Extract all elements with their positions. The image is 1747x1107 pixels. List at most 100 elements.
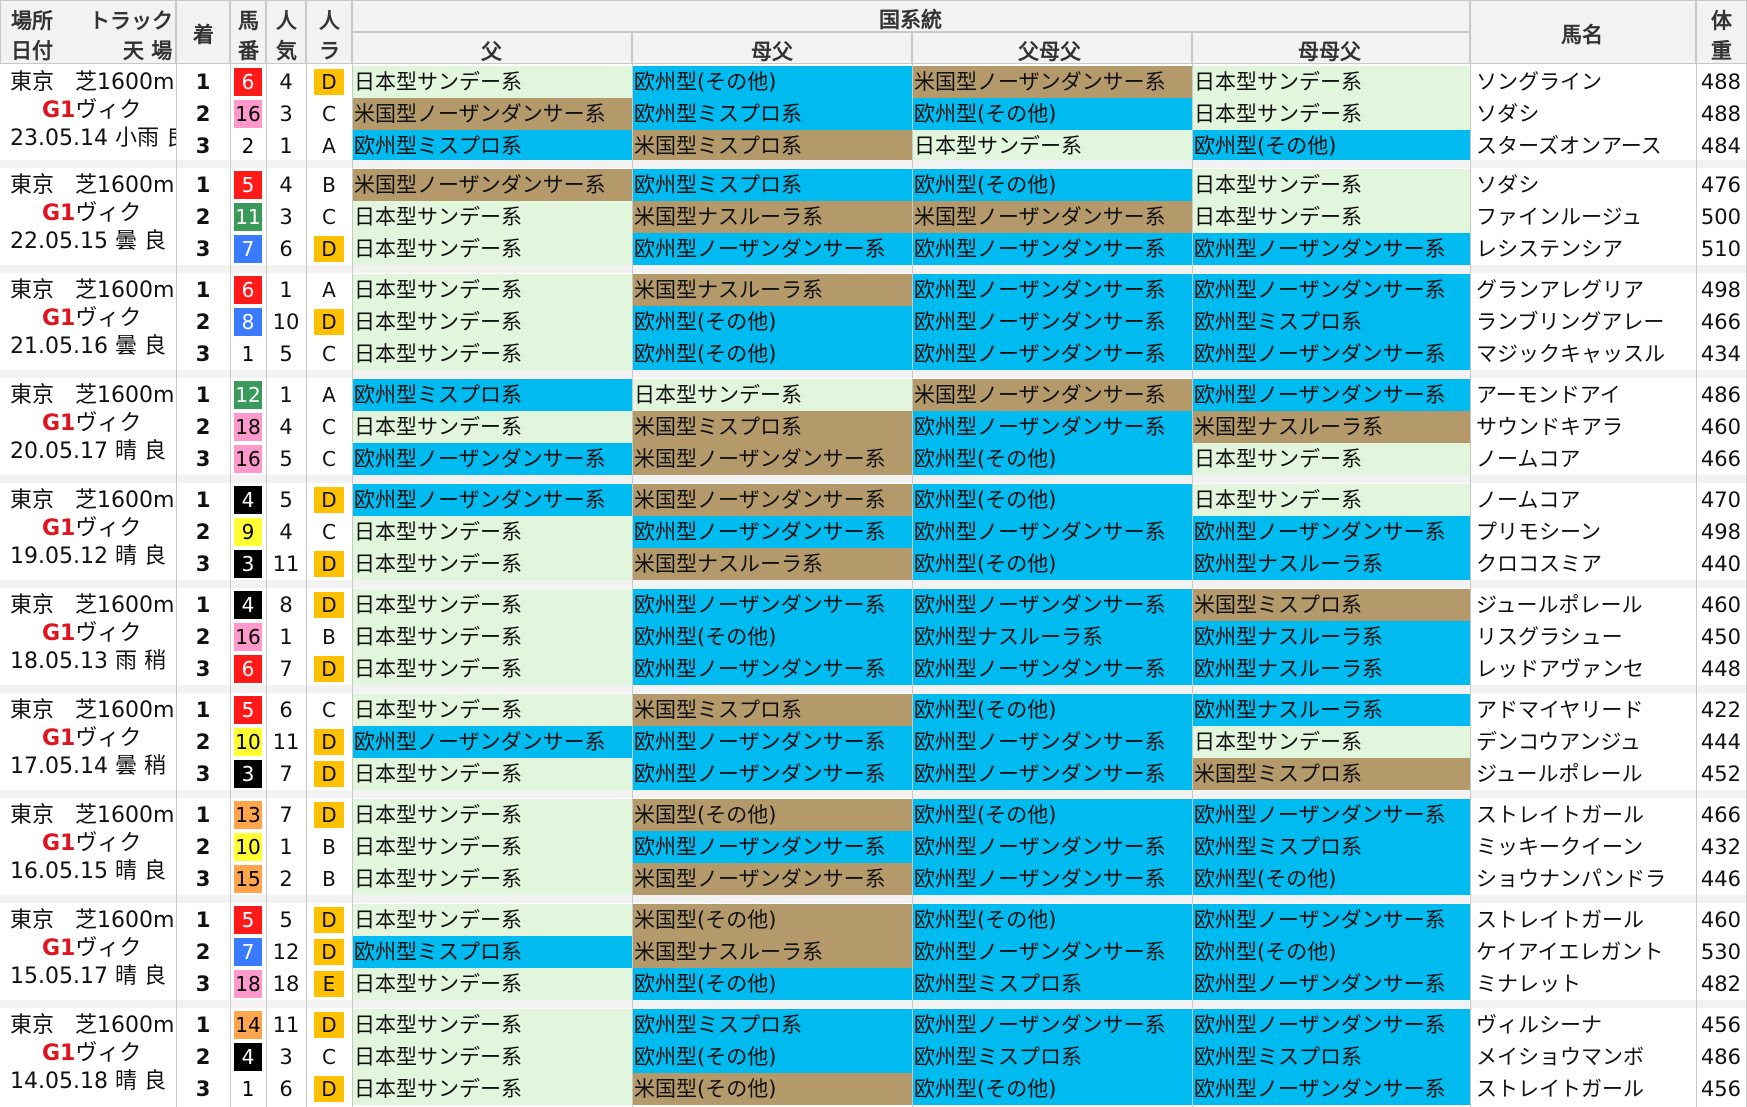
dam-damsire-lineage: 欧州型ナスルーラ系 [1192,694,1470,726]
gate-number: 10 [234,728,262,756]
finish-position: 2 [176,936,230,968]
popularity: 10 [266,306,306,338]
gate-number: 1 [234,340,262,368]
race-place: 東京 [10,908,55,933]
race-info-line: G1ヴィク [42,305,141,333]
horse-weight: 476 [1696,169,1747,201]
race-separator [0,160,1747,168]
gate-number: 15 [234,865,262,893]
sire-damsire-lineage: 日本型サンデー系 [912,130,1192,162]
sire-lineage: 日本型サンデー系 [352,831,632,863]
popularity: 6 [266,1073,306,1105]
finish-position: 2 [176,201,230,233]
sire-lineage: 日本型サンデー系 [352,306,632,338]
finish-position: 2 [176,1041,230,1073]
horse-name: ランブリングアレー [1470,306,1696,338]
horse-name: ノームコア [1470,443,1696,475]
damsire-lineage: 米国型(その他) [632,1073,912,1105]
horse-name: クロコスミア [1470,548,1696,580]
header-finish: 着 [176,0,230,64]
ninra-rank: E [314,971,344,997]
race-grade: G1 [42,411,76,436]
finish-position: 1 [176,66,230,98]
ninra-rank: C [322,447,336,471]
race-grade: G1 [42,201,76,226]
dam-damsire-lineage: 日本型サンデー系 [1192,98,1470,130]
dam-damsire-lineage: 日本型サンデー系 [1192,66,1470,98]
ninra-rank: D [314,592,344,618]
dam-damsire-lineage: 日本型サンデー系 [1192,484,1470,516]
ninra-cell: A [306,130,352,162]
sire-lineage: 欧州型ミスプロ系 [352,936,632,968]
race-place: 東京 [10,803,55,828]
ninra-cell: E [306,968,352,1000]
race-date: 14.05.18 [10,1069,108,1094]
race-name: ヴィク [75,831,142,856]
popularity: 12 [266,936,306,968]
race-separator [0,790,1747,798]
ninra-cell: B [306,831,352,863]
ninra-cell: C [306,338,352,370]
ninra-cell: D [306,726,352,758]
race-place: 東京 [10,383,55,408]
sire-lineage: 日本型サンデー系 [352,338,632,370]
ninra-rank: B [322,867,336,891]
race-place: 東京 [10,698,55,723]
horse-weight: 456 [1696,1009,1747,1041]
race-weather: 晴 [114,439,137,464]
race-info-line: 東京 芝1600m [10,1012,174,1040]
sire-lineage: 米国型ノーザンダンサー系 [352,98,632,130]
gate-number-cell: 1 [230,338,266,370]
ninra-rank: C [322,520,336,544]
dam-damsire-lineage: 日本型サンデー系 [1192,169,1470,201]
horse-weight: 498 [1696,274,1747,306]
race-separator [0,265,1747,273]
popularity: 5 [266,338,306,370]
header-damsire-label: 母父 [751,40,793,64]
gate-number-cell: 4 [230,1041,266,1073]
popularity: 6 [266,233,306,265]
header-date-label: 日付 [11,39,53,63]
race-info: 東京 芝1600m G1ヴィク 20.05.17 晴 良 [0,379,176,475]
gate-number: 7 [234,938,262,966]
race-grade: G1 [42,306,76,331]
gate-number: 18 [234,970,262,998]
gate-number-cell: 12 [230,379,266,411]
grid-line [230,64,231,1107]
gate-number: 4 [234,1043,262,1071]
ninra-cell: A [306,379,352,411]
popularity: 1 [266,274,306,306]
popularity: 8 [266,589,306,621]
gate-number-cell: 16 [230,98,266,130]
header-lineage-group-label: 国系統 [879,8,942,32]
race-going: 良 [143,1069,166,1094]
ninra-rank: B [322,173,336,197]
header-sire: 父 [352,32,632,64]
gate-number: 2 [234,132,262,160]
race-date: 18.05.13 [10,649,108,674]
gate-number: 7 [234,235,262,263]
sire-lineage: 日本型サンデー系 [352,904,632,936]
header-pop-label-1: 人 [276,9,297,33]
popularity: 3 [266,98,306,130]
damsire-lineage: 欧州型ノーザンダンサー系 [632,726,912,758]
race-track: 芝1600m [75,803,175,828]
horse-name: ミッキークイーン [1470,831,1696,863]
grid-line [1470,64,1471,1107]
race-going: 良 [143,544,166,569]
race-name: ヴィク [75,201,142,226]
sire-damsire-lineage: 欧州型ミスプロ系 [912,1041,1192,1073]
finish-position: 2 [176,411,230,443]
ninra-rank: C [322,415,336,439]
horse-name: スターズオンアース [1470,130,1696,162]
ninra-cell: C [306,201,352,233]
race-info-line: 東京 芝1600m [10,172,174,200]
header-weather-label: 天 場 [123,39,173,63]
sire-damsire-lineage: 欧州型ノーザンダンサー系 [912,516,1192,548]
